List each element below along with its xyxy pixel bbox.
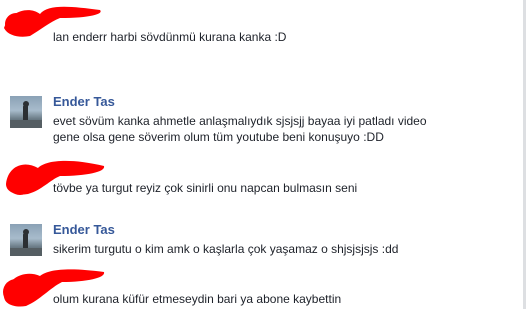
comment-text: olum kurana küfür etmeseydin bari ya abo… <box>53 292 342 306</box>
comment-author-link[interactable]: Ender Tas <box>53 222 115 237</box>
comment-text: tövbe ya turgut reyiz çok sinirli onu na… <box>53 181 358 195</box>
comment-2: Ender Tas evet sövüm kanka ahmetle anlaş… <box>0 92 526 152</box>
comment-1: lan enderr harbi sövdünmü kurana kanka :… <box>0 0 526 60</box>
comment-author-link[interactable]: Ender Tas <box>53 94 115 109</box>
comment-3: tövbe ya turgut reyiz çok sinirli onu na… <box>0 152 526 208</box>
comment-4: Ender Tas sikerim turgutu o kim amk o ka… <box>0 220 526 268</box>
avatar[interactable] <box>10 96 42 128</box>
avatar[interactable] <box>10 224 42 256</box>
comment-text-line-2: gene olsa gene söverim olum tüm youtube … <box>53 130 384 144</box>
comment-text-line-1: evet sövüm kanka ahmetle anlaşmalıydık s… <box>53 114 427 128</box>
comment-5: olum kurana küfür etmeseydin bari ya abo… <box>0 264 526 309</box>
comment-text: sikerim turgutu o kim amk o kaşlarla çok… <box>53 242 399 256</box>
comment-text: lan enderr harbi sövdünmü kurana kanka :… <box>53 30 287 44</box>
